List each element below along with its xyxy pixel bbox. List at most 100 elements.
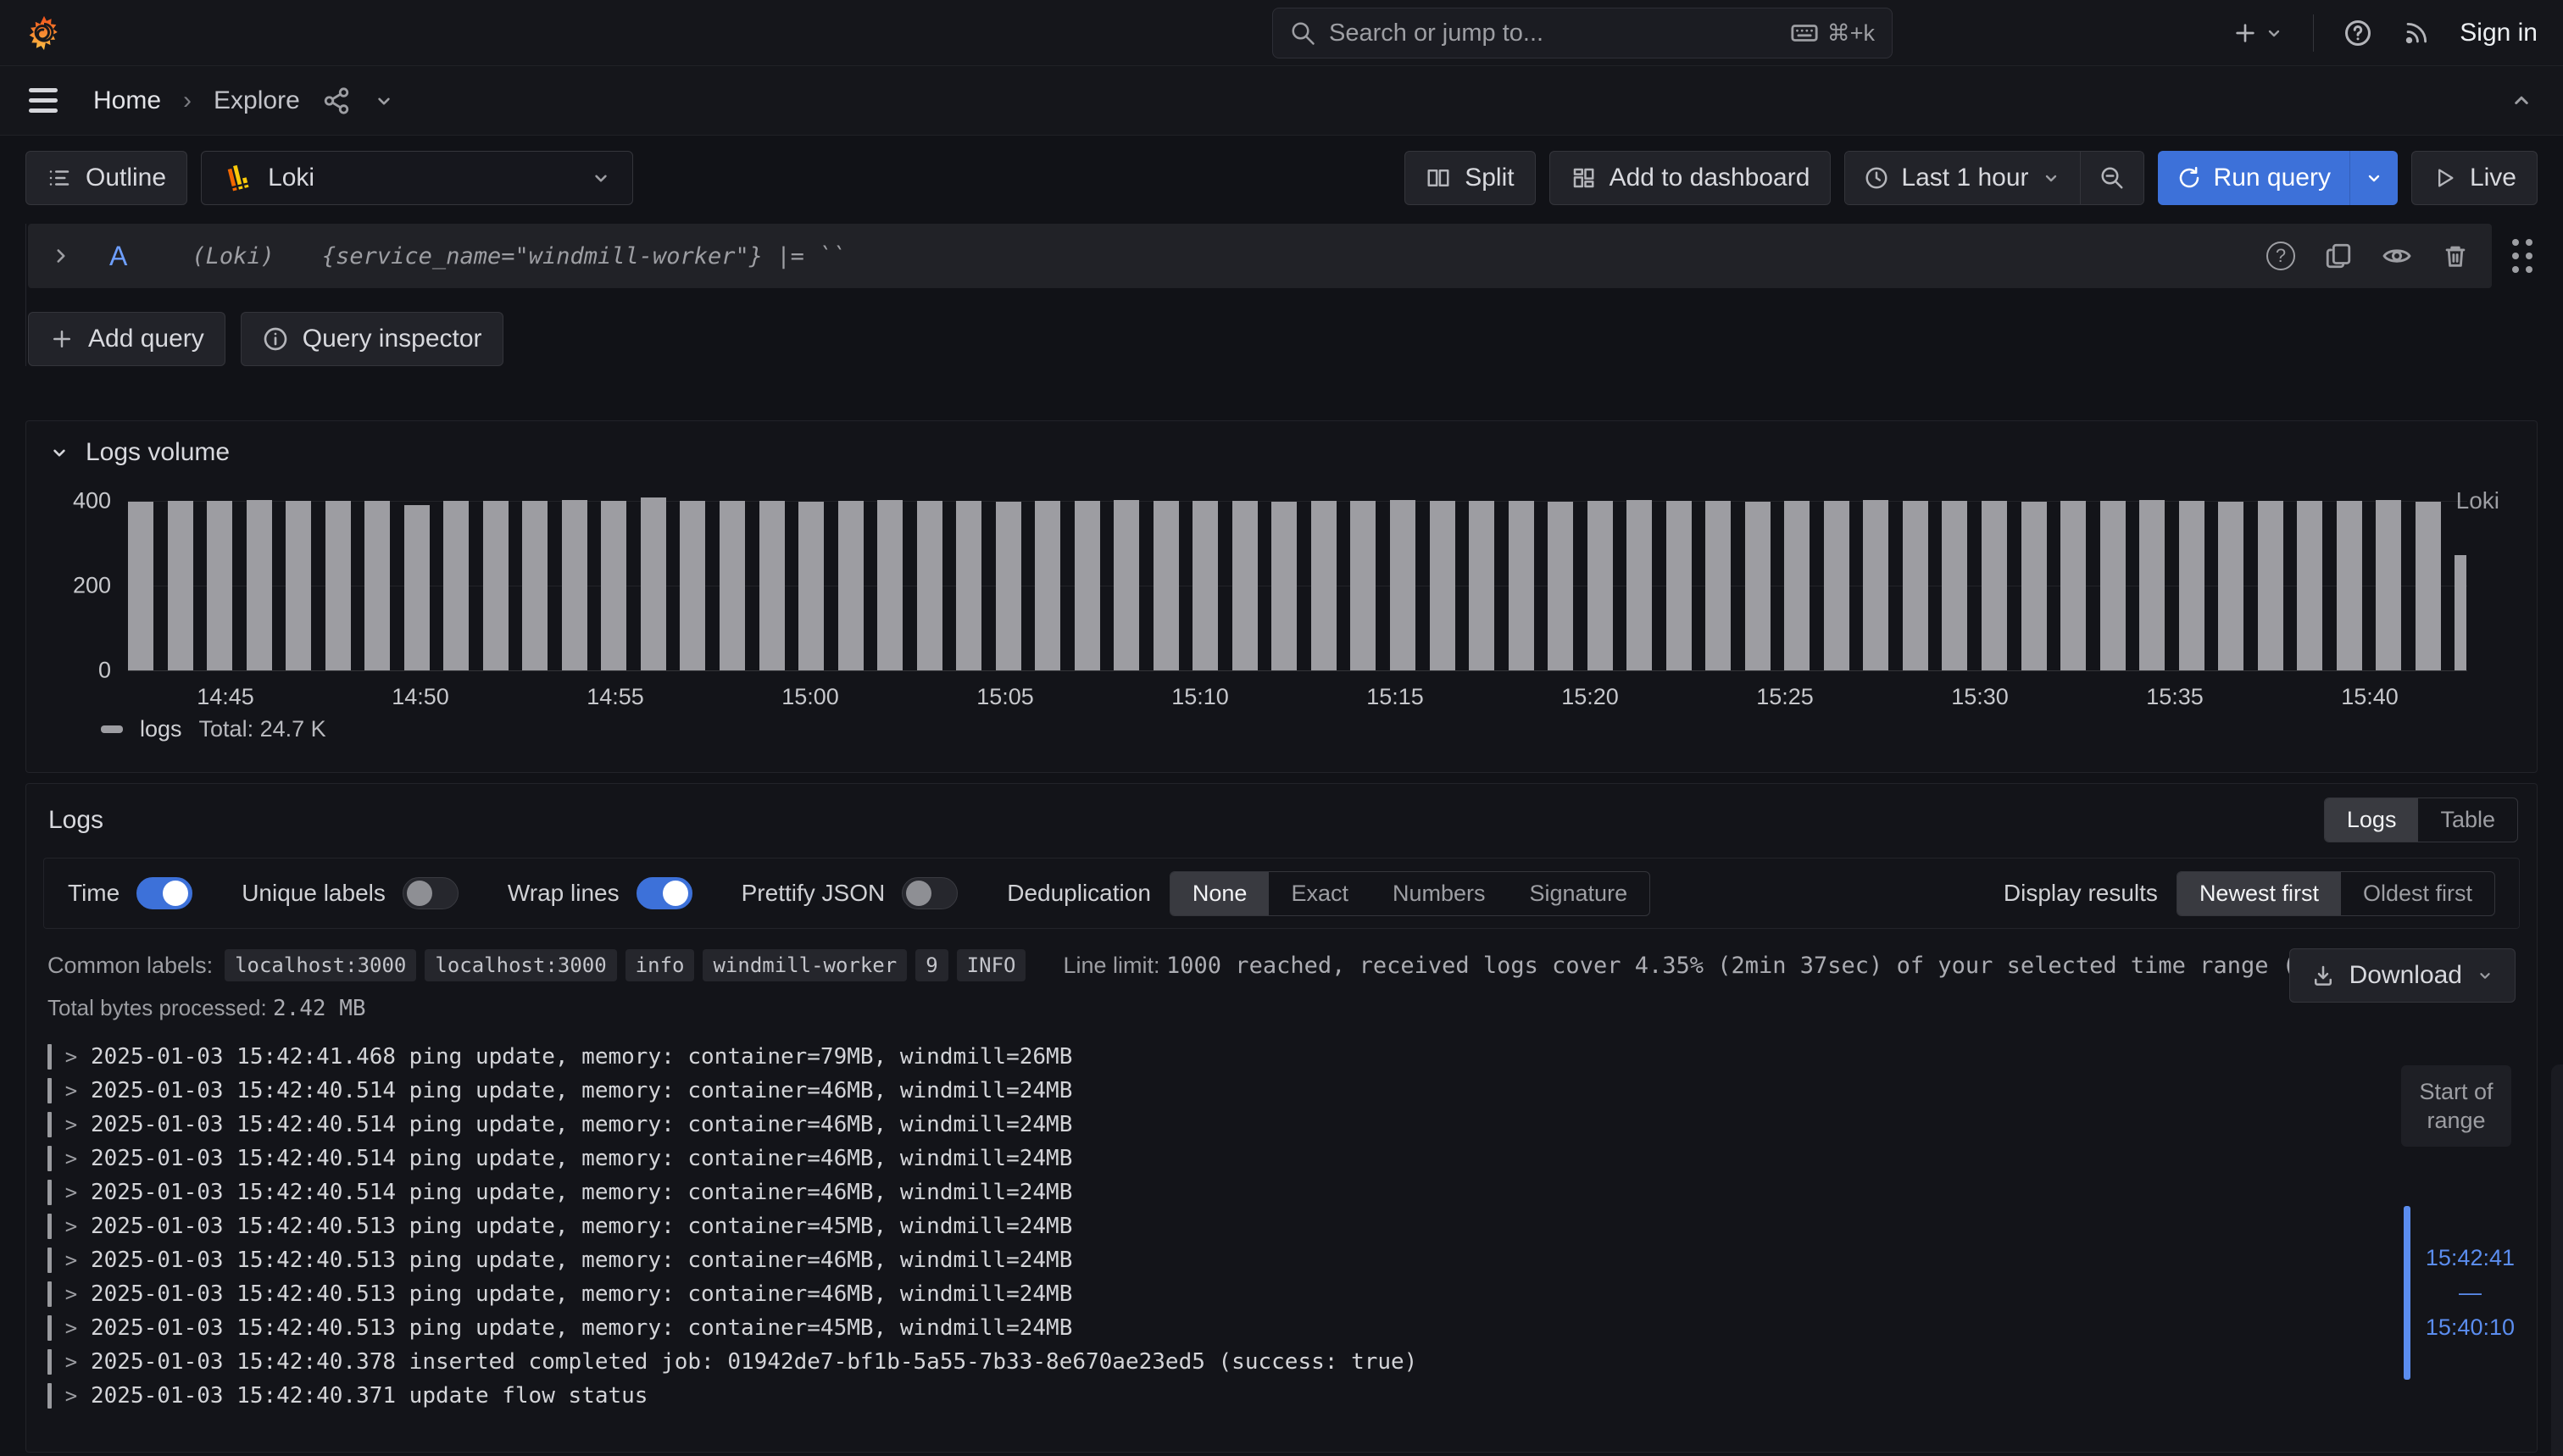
y-axis-tick: 0 <box>38 658 111 684</box>
query-ref-id[interactable]: A <box>109 241 127 272</box>
sign-in-button[interactable]: Sign in <box>2460 19 2538 47</box>
log-row[interactable]: >2025-01-03 15:42:40.514 ping update, me… <box>47 1074 2537 1108</box>
split-button[interactable]: Split <box>1404 151 1535 205</box>
search-box[interactable]: ⌘+k <box>1272 8 1893 58</box>
run-query-button[interactable]: Run query <box>2158 151 2349 205</box>
expand-log-icon[interactable]: > <box>62 1113 81 1136</box>
range-newest-time[interactable]: 15:42:41 <box>2426 1245 2515 1271</box>
log-row[interactable]: >2025-01-03 15:42:40.514 ping update, me… <box>47 1108 2537 1142</box>
menu-toggle-button[interactable] <box>29 88 58 113</box>
volume-bar <box>917 501 942 670</box>
chevron-down-icon[interactable] <box>373 90 395 112</box>
x-axis-tick: 15:05 <box>976 684 1034 710</box>
log-row[interactable]: >2025-01-03 15:42:40.513 ping update, me… <box>47 1311 2537 1345</box>
volume-bar <box>2337 501 2362 670</box>
expand-query-icon[interactable] <box>50 245 72 267</box>
log-row[interactable]: >2025-01-03 15:42:40.514 ping update, me… <box>47 1175 2537 1209</box>
news-button[interactable] <box>2402 19 2431 47</box>
time-range-button[interactable]: Last 1 hour <box>1845 152 2079 204</box>
range-oldest-time[interactable]: 15:40:10 <box>2426 1314 2515 1341</box>
volume-bar <box>2179 501 2204 670</box>
volume-bar <box>1666 501 1692 670</box>
expand-log-icon[interactable]: > <box>62 1384 81 1408</box>
log-row[interactable]: >2025-01-03 15:42:40.513 ping update, me… <box>47 1277 2537 1311</box>
toggle-label: Unique labels <box>242 880 386 907</box>
common-label-badge: windmill-worker <box>703 949 907 981</box>
tab-table[interactable]: Table <box>2418 798 2517 842</box>
grafana-logo[interactable] <box>25 14 63 52</box>
x-axis-line <box>128 670 2467 671</box>
common-labels-badges: localhost:3000localhost:3000infowindmill… <box>225 949 1026 981</box>
dedup-option-signature[interactable]: Signature <box>1508 872 1650 915</box>
dedup-option-none[interactable]: None <box>1170 872 1270 915</box>
outline-button[interactable]: Outline <box>25 151 187 205</box>
order-option-newest-first[interactable]: Newest first <box>2177 872 2341 915</box>
x-axis-tick: 15:40 <box>2341 684 2399 710</box>
expand-log-icon[interactable]: > <box>62 1214 81 1238</box>
log-row[interactable]: >2025-01-03 15:42:40.513 ping update, me… <box>47 1209 2537 1243</box>
search-input[interactable] <box>1329 19 1776 47</box>
logs-controls: TimeUnique labelsWrap linesPrettify JSON… <box>43 858 2520 929</box>
zoom-out-button[interactable] <box>2080 152 2143 204</box>
help-button[interactable] <box>2343 18 2373 48</box>
legend-series-name[interactable]: logs <box>140 716 182 742</box>
expand-log-icon[interactable]: > <box>62 1147 81 1170</box>
dashboard-grid-icon <box>1571 165 1596 191</box>
log-row[interactable]: >2025-01-03 15:42:40.371 update flow sta… <box>47 1379 2537 1413</box>
logs-volume-chart[interactable] <box>128 501 2467 670</box>
log-line-text: 2025-01-03 15:42:40.513 ping update, mem… <box>91 1315 1072 1341</box>
expand-log-icon[interactable]: > <box>62 1045 81 1069</box>
toggle-label: Time <box>68 880 120 907</box>
expand-log-icon[interactable]: > <box>62 1282 81 1306</box>
toggle-switch-prettify-json[interactable] <box>902 877 958 909</box>
log-level-bar <box>47 1112 52 1137</box>
expand-log-icon[interactable]: > <box>62 1181 81 1204</box>
total-bytes-label: Total bytes processed: <box>47 995 267 1020</box>
dedup-option-numbers[interactable]: Numbers <box>1370 872 1508 915</box>
new-menu-button[interactable] <box>2232 19 2284 47</box>
volume-bar <box>1311 501 1337 670</box>
expand-log-icon[interactable]: > <box>62 1079 81 1103</box>
toggle-switch-unique-labels[interactable] <box>403 877 459 909</box>
collapse-section-icon[interactable] <box>48 442 70 464</box>
help-icon <box>2343 18 2373 48</box>
toggle-label: Wrap lines <box>508 880 620 907</box>
copy-icon[interactable] <box>2324 242 2353 270</box>
volume-bar <box>128 502 153 670</box>
datasource-picker[interactable]: Loki <box>201 151 633 205</box>
log-row[interactable]: >2025-01-03 15:42:41.468 ping update, me… <box>47 1040 2537 1074</box>
download-button[interactable]: Download <box>2289 948 2516 1003</box>
query-expression[interactable]: {service_name="windmill-worker"} |= `` <box>322 243 846 270</box>
tab-logs[interactable]: Logs <box>2325 798 2419 842</box>
dedup-option-exact[interactable]: Exact <box>1269 872 1370 915</box>
drag-handle[interactable] <box>2507 239 2538 273</box>
live-button[interactable]: Live <box>2411 151 2538 205</box>
log-level-bar <box>47 1248 52 1273</box>
collapse-panel-icon[interactable] <box>2509 88 2534 114</box>
x-axis-tick: 15:10 <box>1171 684 1229 710</box>
start-of-range-button[interactable]: Start of range <box>2401 1065 2511 1147</box>
log-row[interactable]: >2025-01-03 15:42:40.513 ping update, me… <box>47 1243 2537 1277</box>
add-query-button[interactable]: Add query <box>28 312 225 366</box>
expand-log-icon[interactable]: > <box>62 1248 81 1272</box>
volume-bar <box>247 500 272 670</box>
toggle-switch-wrap-lines[interactable] <box>637 877 692 909</box>
share-icon[interactable] <box>322 86 351 115</box>
breadcrumb-home[interactable]: Home <box>93 86 161 115</box>
eye-icon[interactable] <box>2382 241 2412 271</box>
query-inspector-button[interactable]: Query inspector <box>241 312 503 366</box>
run-query-dropdown[interactable] <box>2349 151 2398 205</box>
order-option-oldest-first[interactable]: Oldest first <box>2341 872 2494 915</box>
query-help-icon[interactable]: ? <box>2266 242 2295 270</box>
volume-bar <box>956 501 981 670</box>
expand-log-icon[interactable]: > <box>62 1316 81 1340</box>
expand-log-icon[interactable]: > <box>62 1350 81 1374</box>
trash-icon[interactable] <box>2441 242 2470 270</box>
toggle-switch-time[interactable] <box>136 877 192 909</box>
datasource-label: Loki <box>268 164 314 192</box>
add-to-dashboard-button[interactable]: Add to dashboard <box>1549 151 1832 205</box>
volume-bar <box>798 502 824 670</box>
log-row[interactable]: >2025-01-03 15:42:40.514 ping update, me… <box>47 1142 2537 1175</box>
log-row[interactable]: >2025-01-03 15:42:40.378 inserted comple… <box>47 1345 2537 1379</box>
logs-view-toggle: LogsTable <box>2324 797 2518 842</box>
